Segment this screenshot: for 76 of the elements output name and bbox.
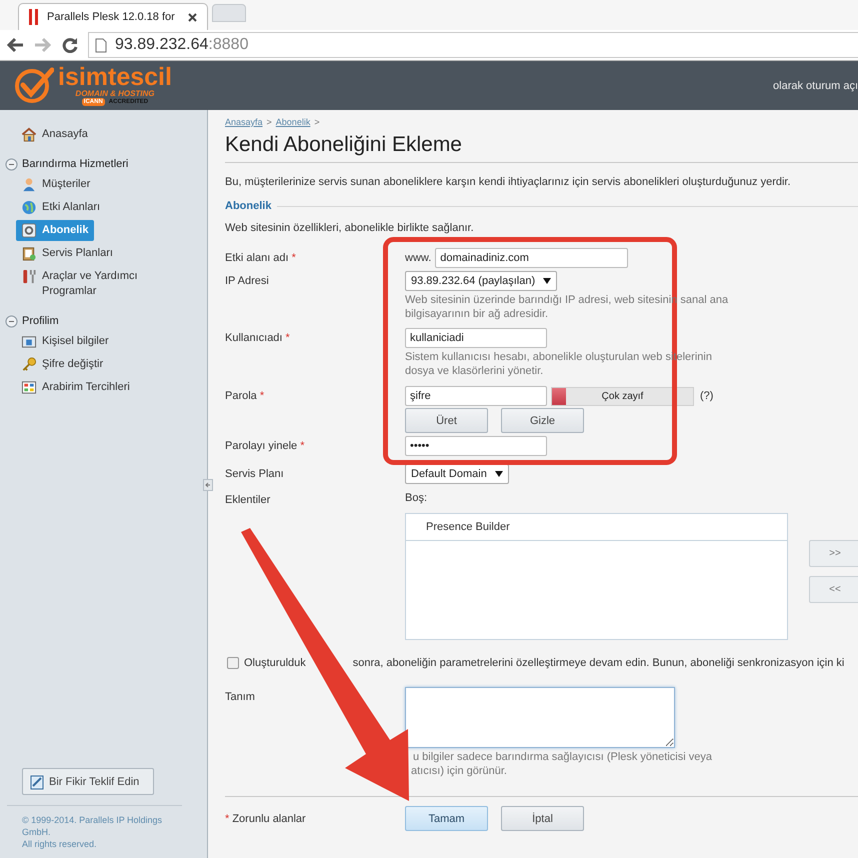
sidebar-item[interactable]: Kişisel bilgiler (16, 331, 115, 352)
logo-tagline: DOMAIN & HOSTING (75, 90, 155, 98)
strength-label: Çok zayıf (600, 390, 644, 404)
field-label: Parolayı yinele * (225, 439, 306, 453)
sidebar-item[interactable]: Müşteriler (16, 174, 96, 195)
browser-tab[interactable]: Parallels Plesk 12.0.18 for (18, 3, 208, 30)
sidebar-item[interactable]: Etki Alanları (16, 197, 106, 218)
collapse-icon[interactable] (5, 314, 18, 328)
note-icon (29, 774, 45, 790)
login-text: olarak oturum açı (773, 78, 858, 92)
tools-icon (21, 269, 37, 284)
sidebar-group-header[interactable]: Barındırma Hizmetleri (5, 155, 207, 173)
page-description: Bu, müşterilerinize servis sunan aboneliklere karşın kendi ihtiyaçlarınız için servis abonelikleri oluşturduğunuz yerdir. (225, 175, 792, 189)
key-icon (21, 357, 37, 372)
gear-icon (21, 223, 37, 238)
grid-icon (21, 380, 37, 395)
globe-icon (21, 200, 37, 215)
field-label: Eklentiler (225, 493, 272, 507)
dropdown[interactable]: 93.89.232.64 (paylaşılan) (405, 271, 558, 291)
caret-icon (494, 471, 503, 477)
checkbox[interactable] (227, 657, 239, 669)
sidebar-item[interactable]: Servis Planları (16, 243, 119, 264)
collapse-handle-icon[interactable] (203, 479, 213, 491)
copyright-text: All rights reserved. (22, 838, 98, 850)
password-button[interactable]: Gizle (501, 408, 584, 433)
person-icon (21, 177, 37, 192)
checkbox-label: sonra, aboneliğin parametrelerini özelleştirmeye devam edin. Bunun, aboneliği senkronizasyon için ki (352, 656, 844, 670)
field-label: IP Adresi (225, 274, 270, 288)
breadcrumb-separator: > (314, 116, 320, 129)
list-title: Boş: (405, 491, 428, 505)
feedback-button[interactable]: Bir Fikir Teklif Edin (22, 768, 154, 795)
address-bar[interactable]: 93.89.232.64:8880 (88, 32, 858, 58)
text-input[interactable]: domainadiniz.com (435, 248, 628, 268)
field-label: Servis Planı (225, 467, 285, 481)
sidebar-group-header[interactable]: Profilim (5, 312, 207, 330)
password-input[interactable]: şifre (405, 386, 547, 406)
page-title: Kendi Aboneliğini Ekleme (225, 131, 858, 163)
text-input[interactable]: kullaniciadi (405, 328, 547, 348)
section-title: Abonelik (225, 199, 272, 213)
logo-name: isimtescil (58, 64, 172, 90)
text-input[interactable]: ••••• (405, 436, 547, 456)
checkbox-label: Oluşturulduk (244, 656, 306, 670)
bars-icon (29, 9, 39, 25)
page-icon (95, 38, 107, 52)
ok-button[interactable]: Tamam (405, 806, 488, 831)
breadcrumb-separator: > (266, 116, 272, 129)
help-link[interactable]: (?) (700, 389, 714, 403)
collapse-icon[interactable] (5, 158, 18, 170)
sidebar-item[interactable]: Abonelik (16, 220, 94, 241)
addon-item[interactable]: Presence Builder (406, 514, 787, 541)
password-button[interactable]: Üret (405, 408, 488, 433)
sidebar-item[interactable]: Anasayfa (16, 124, 94, 145)
required-note: * Zorunlu alanlar (225, 812, 307, 826)
section-note: Web sitesinin özellikleri, abonelikle birlikte sağlanır. (225, 221, 475, 235)
move-button[interactable]: << (809, 576, 858, 603)
logo-icon (14, 67, 54, 104)
close-icon[interactable] (188, 12, 197, 22)
caret-icon (543, 278, 552, 284)
copyright-text: © 1999-2014. Parallels IP Holdings GmbH. (22, 814, 164, 838)
field-prefix: www. (405, 251, 432, 265)
move-button[interactable]: >> (809, 540, 858, 567)
field-label: Kullanıcıadı * (225, 331, 291, 345)
sidebar-item[interactable]: Arabirim Tercihleri (16, 377, 136, 398)
field-hint: u bilgiler sadece barındırma sağlayıcısı (Plesk yöneticisi veya atıcısı) için görünür. (410, 750, 713, 778)
sidebar-item[interactable]: Şifre değiştir (16, 354, 110, 375)
id-card-icon (21, 334, 37, 349)
reload-icon[interactable] (62, 37, 78, 53)
dropdown[interactable]: Default Domain (405, 464, 509, 484)
house-icon (21, 127, 37, 142)
field-label: Tanım (225, 690, 256, 704)
back-icon[interactable] (6, 37, 24, 53)
address-text: 93.89.232.64:8880 (115, 38, 248, 52)
field-label: Parola * (225, 389, 266, 403)
sidebar-item[interactable]: Araçlar ve Yardımcı Programlar (16, 266, 166, 302)
cancel-button[interactable]: İptal (501, 806, 584, 831)
field-label: Etki alanı adı * (225, 251, 297, 265)
